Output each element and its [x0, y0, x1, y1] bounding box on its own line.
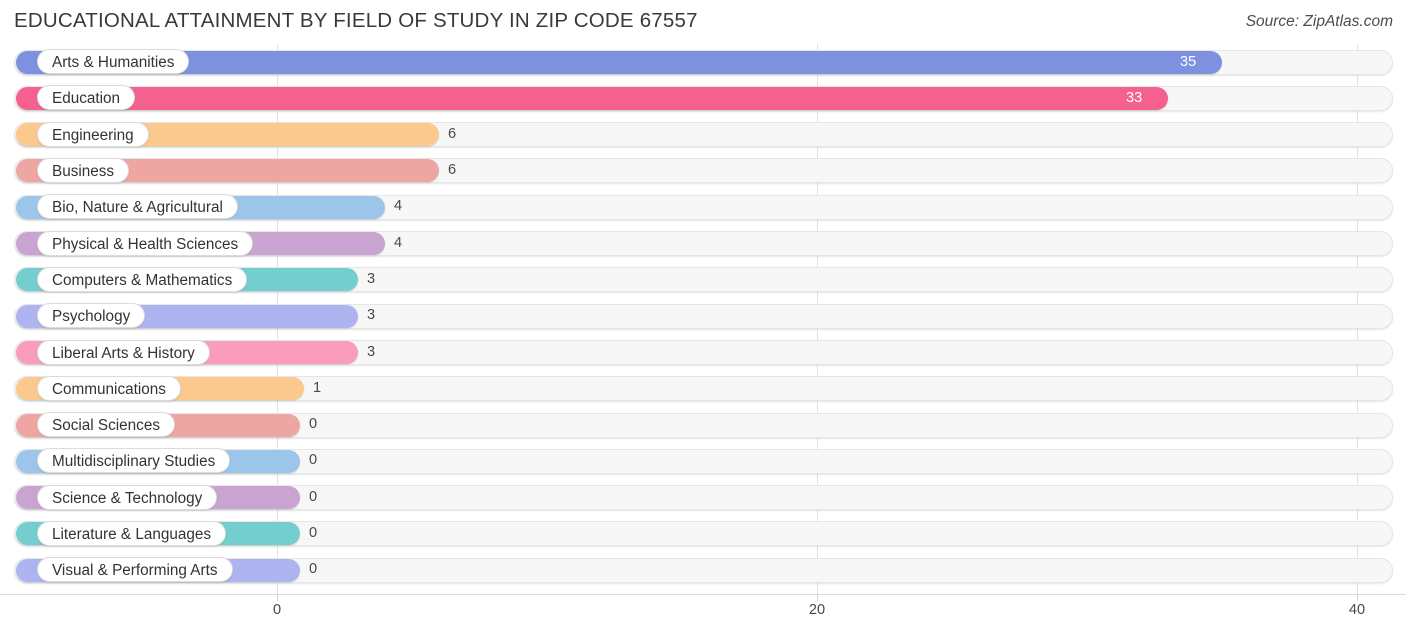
chart-row: Literature & Languages 0	[0, 516, 1406, 552]
bar-category-label: Visual & Performing Arts	[37, 557, 233, 583]
chart-row: Multidisciplinary Studies 0	[0, 443, 1406, 479]
bar-category-label: Arts & Humanities	[37, 49, 190, 75]
chart-row: Engineering 6	[0, 117, 1406, 153]
chart-row: Physical & Health Sciences 4	[0, 226, 1406, 262]
bar-category-label: Social Sciences	[37, 412, 175, 438]
axis-tick-mark	[277, 595, 278, 601]
bar-value-label: 0	[309, 488, 318, 505]
bar-category-label: Business	[37, 158, 130, 184]
bar-value-label: 3	[367, 307, 376, 324]
axis-tick-label: 20	[808, 602, 826, 618]
axis-tick-mark	[817, 595, 818, 601]
bar-chart-plot-area: Arts & Humanities 35 Education 33 Engineerin…	[0, 44, 1406, 594]
bar-value-label: 4	[394, 234, 403, 251]
bar-value-label: 0	[309, 561, 318, 578]
chart-row: Liberal Arts & History 3	[0, 334, 1406, 370]
page-title: EDUCATIONAL ATTAINMENT BY FIELD OF STUDY…	[14, 9, 698, 32]
bar-category-label: Literature & Languages	[37, 521, 227, 547]
bar-value-label: 33	[1126, 89, 1143, 106]
bar-value-label: 6	[448, 162, 457, 179]
bar-category-label: Computers & Mathematics	[37, 266, 248, 292]
bar-category-label: Bio, Nature & Agricultural	[37, 194, 238, 220]
axis-tick-mark	[1357, 595, 1358, 601]
chart-header: EDUCATIONAL ATTAINMENT BY FIELD OF STUDY…	[0, 0, 1406, 44]
bar[interactable]	[16, 86, 1168, 110]
bar-value-label: 0	[309, 416, 318, 433]
bar-value-label: 35	[1180, 53, 1197, 70]
bar-category-label: Physical & Health Sciences	[37, 230, 254, 256]
bar[interactable]	[16, 50, 1222, 74]
bar-value-label: 1	[313, 379, 322, 396]
chart-row: Visual & Performing Arts 0	[0, 552, 1406, 588]
chart-row: Computers & Mathematics 3	[0, 262, 1406, 298]
source-attribution: Source: ZipAtlas.com	[1245, 13, 1393, 30]
chart-row: Science & Technology 0	[0, 480, 1406, 516]
axis-tick-label: 40	[1348, 602, 1366, 618]
chart-row: Communications 1	[0, 371, 1406, 407]
chart-row: Business 6	[0, 153, 1406, 189]
chart-row: Bio, Nature & Agricultural 4	[0, 189, 1406, 225]
x-axis: 0 20 40	[0, 594, 1406, 632]
bar-value-label: 0	[309, 452, 318, 469]
chart-row: Social Sciences 0	[0, 407, 1406, 443]
bar-value-label: 3	[367, 270, 376, 287]
bar-value-label: 6	[448, 125, 457, 142]
chart-row: Education 33	[0, 80, 1406, 116]
bar-category-label: Communications	[37, 375, 181, 401]
bar-category-label: Multidisciplinary Studies	[37, 448, 231, 474]
bar-value-label: 3	[367, 343, 376, 360]
bar-category-label: Science & Technology	[37, 484, 218, 510]
bar-category-label: Engineering	[37, 121, 149, 147]
bar-value-label: 0	[309, 525, 318, 542]
bar-value-label: 4	[394, 198, 403, 215]
bar-category-label: Psychology	[37, 303, 146, 329]
chart-row: Arts & Humanities 35	[0, 44, 1406, 80]
axis-tick-label: 0	[272, 602, 282, 618]
bar-category-label: Education	[37, 85, 136, 111]
chart-row: Psychology 3	[0, 298, 1406, 334]
bar-category-label: Liberal Arts & History	[37, 339, 210, 365]
